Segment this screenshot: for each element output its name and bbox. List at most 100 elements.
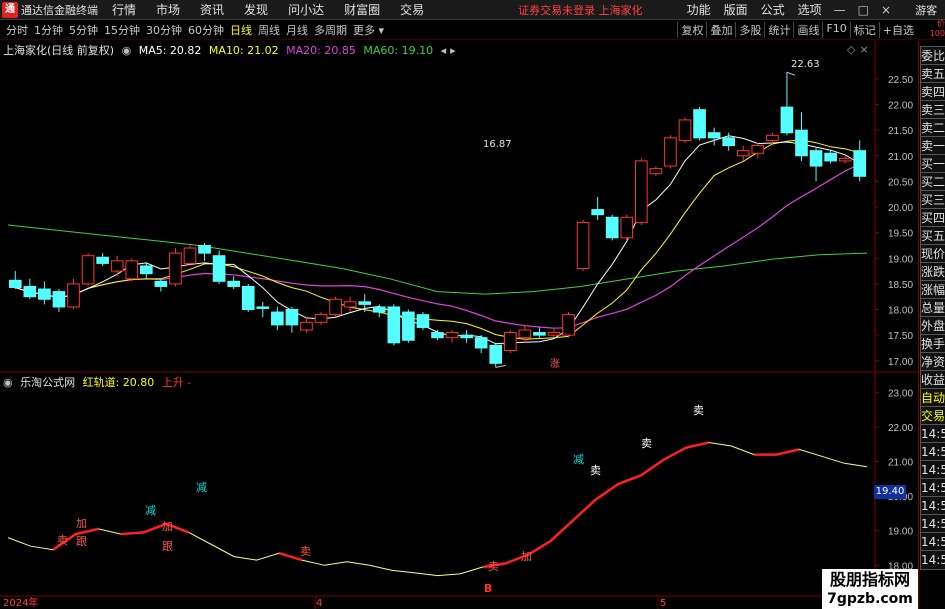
right-panel-item[interactable]: 买一 [920,154,945,174]
period-daily[interactable]: 日线 [230,22,252,38]
period-more[interactable]: 更多 ▾ [353,22,384,38]
right-panel-item[interactable]: 14:56 [920,550,945,570]
kline-chart[interactable]: 22.50 22.00 21.50 21.00 20.50 20.00 19.50 19.00… [0,41,918,609]
period-1min[interactable]: 1分钟 [34,22,63,38]
tool-mark[interactable]: 标记 [849,22,879,38]
minimize-button[interactable]: — [834,3,846,17]
login-notice[interactable]: 证券交易未登录 上海家化 [518,2,643,18]
right-panel-item[interactable]: 买二 [920,172,945,192]
diamond-icon[interactable]: ◇ [847,43,855,56]
period-toolbar: 分时 1分钟 5分钟 15分钟 30分钟 60分钟 日线 周线 月线 多周期 更… [0,19,945,40]
candle-up [736,150,750,157]
period-30min[interactable]: 30分钟 [146,22,182,38]
menu-quotes[interactable]: 行情 [112,1,136,18]
menu-ask[interactable]: 问小达 [288,1,324,18]
red-track-segment [482,441,710,569]
right-panel-item[interactable]: 卖三 [920,100,945,120]
price-tick-label: 21.00 [888,152,913,163]
candle-up [300,321,313,331]
ma-prev-icon[interactable]: ◂ [441,44,447,57]
menu-news[interactable]: 资讯 [200,1,224,18]
candle-up [664,137,677,167]
price-tick-label: 17.00 [888,357,913,368]
close-button[interactable]: × [881,3,891,17]
right-panel-item[interactable]: 现价 [920,244,945,264]
price-tick-label: 21.50 [888,126,913,137]
right-panel-item[interactable]: 自动 [920,388,945,408]
right-panel-item[interactable]: 买五 [920,226,945,246]
low-pointer [495,364,506,368]
right-panel-item[interactable]: 卖四 [920,82,945,102]
right-panel-item[interactable]: 净资 [920,352,945,372]
guest-login[interactable]: 游客 [915,2,937,18]
ma60-line [7,224,868,295]
period-60min[interactable]: 60分钟 [188,22,224,38]
candle-up [169,252,182,285]
right-panel-item[interactable]: 交易 [920,406,945,426]
ma-next-icon[interactable]: ▸ [450,44,456,57]
candle-down [372,306,386,313]
tool-adjust[interactable]: 复权 [677,22,706,38]
candle-down [8,279,22,288]
tool-multi-stock[interactable]: 多股 [735,22,764,38]
chart-corner-icons: ◇ × [847,43,873,56]
sub-chart-header: ◉ 乐淘公式网 红轨道: 20.80 上升 - [3,374,195,390]
period-15min[interactable]: 15分钟 [104,22,140,38]
period-timeshare[interactable]: 分时 [6,22,28,38]
right-panel-item[interactable]: 涨跌 [920,262,945,282]
watermark-title: 股朋指标网 [829,570,910,589]
right-panel-item[interactable]: 14:56 [920,514,945,534]
candle-down [824,152,837,162]
right-panel-item[interactable]: 委比 [920,46,945,66]
candle-up [67,283,80,308]
right-panel-item[interactable]: 买四 [920,208,945,228]
right-panel-item[interactable]: 卖二 [920,118,945,138]
price-tick-label: 22.00 [888,101,913,112]
chart-area[interactable]: 22.50 22.00 21.50 21.00 20.50 20.00 19.50 19.00… [0,41,918,609]
price-tick-label: 18.00 [888,306,913,317]
signal-follow: 跟 [162,540,173,553]
menu-layout[interactable]: 版面 [724,1,748,18]
tool-watchlist[interactable]: +自选 [878,22,917,38]
menu-wealth[interactable]: 财富圈 [344,1,380,18]
tool-overlay[interactable]: 叠加 [706,22,735,38]
right-panel-item[interactable]: 涨幅 [920,280,945,300]
right-panel-item[interactable]: 换手 [920,334,945,354]
tool-stats[interactable]: 统计 [764,22,793,38]
pane-close-icon[interactable]: × [859,43,868,56]
tool-f10[interactable]: F10 [822,22,849,38]
right-panel-item[interactable]: 卖五 [920,64,945,84]
candle-up [343,301,357,308]
maximize-button[interactable]: □ [858,3,869,17]
right-panel-item[interactable]: 收益 [920,370,945,390]
menu-trade[interactable]: 交易 [400,1,424,18]
right-panel-item[interactable]: 14:56 [920,478,945,498]
right-panel-item[interactable]: 外盘 [920,316,945,336]
candle-down [139,265,153,275]
right-panel-item[interactable]: 14:56 [920,496,945,516]
right-panel-item[interactable]: 买三 [920,190,945,210]
period-weekly[interactable]: 周线 [258,22,280,38]
candle-down [460,334,473,339]
candle-down [605,216,619,239]
rise-marker: 涨 [550,359,560,370]
period-monthly[interactable]: 月线 [286,22,308,38]
menu-discover[interactable]: 发现 [244,1,268,18]
right-panel-item[interactable]: 14:56 [920,460,945,480]
ma-settings-icon[interactable]: ◉ [122,44,132,57]
menu-function[interactable]: 功能 [687,1,711,18]
sub-settings-icon[interactable]: ◉ [3,376,13,389]
candle-up [576,221,590,270]
right-panel-item[interactable]: 卖一 [920,136,945,156]
right-panel-item[interactable]: 总量 [920,298,945,318]
right-panel-item[interactable]: 14:56 [920,532,945,552]
right-panel-item[interactable]: 14:56 [920,442,945,462]
period-multi[interactable]: 多周期 [314,22,347,38]
right-panel-item[interactable]: 14:56 [920,424,945,444]
menu-options[interactable]: 选项 [798,1,822,18]
period-5min[interactable]: 5分钟 [69,22,98,38]
tool-draw[interactable]: 画线 [793,22,822,38]
menu-formula[interactable]: 公式 [761,1,785,18]
candle-up [81,255,95,285]
menu-market[interactable]: 市场 [156,1,180,18]
